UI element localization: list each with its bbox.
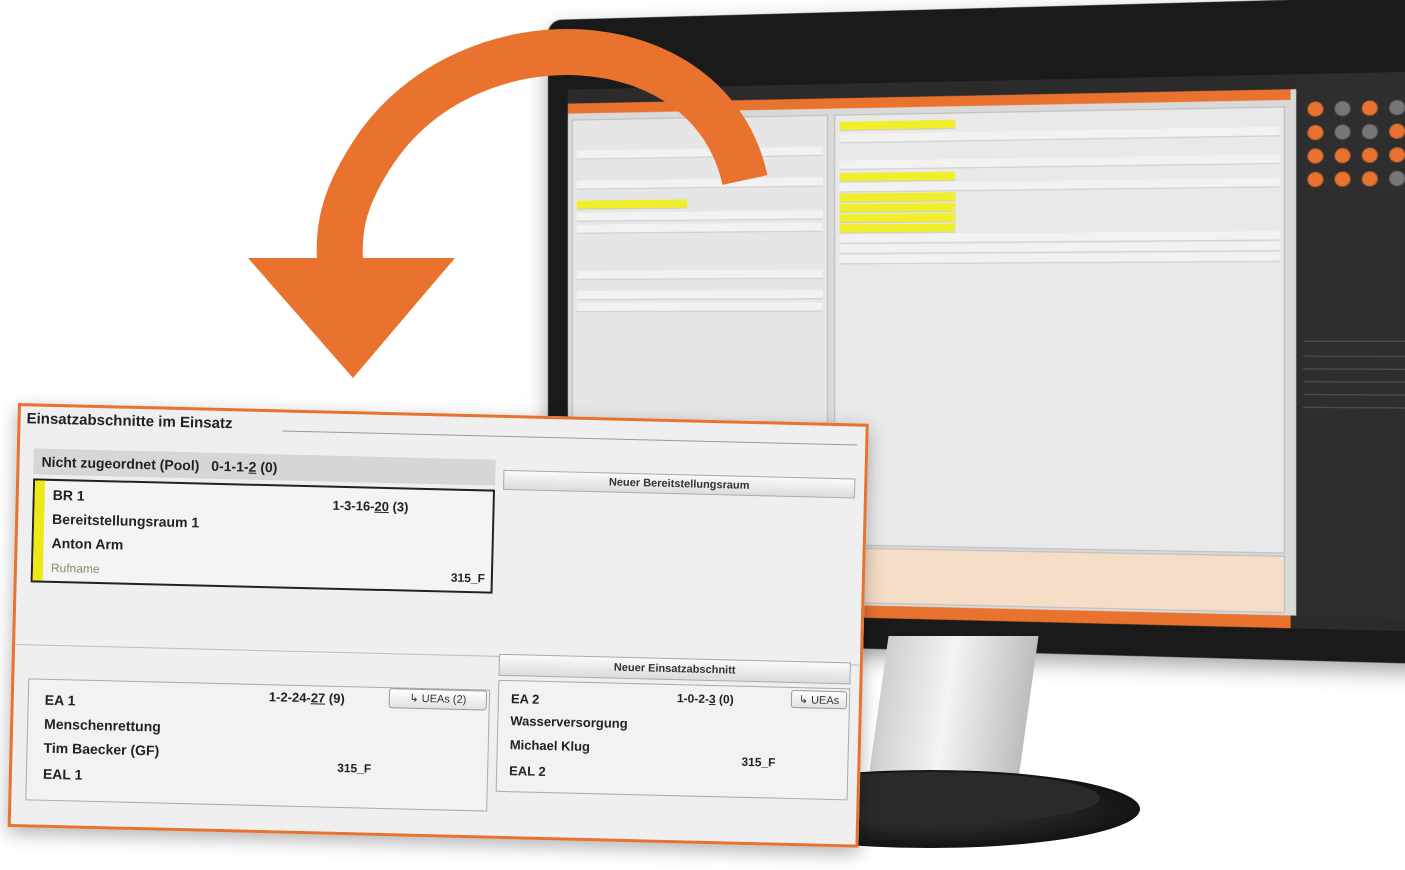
br-code: 1-3-16-20 (3) (332, 498, 408, 515)
ea-sub: EAL 2 (509, 763, 546, 779)
ea-leader: Michael Klug (510, 737, 591, 754)
ea-code-underlined: 27 (311, 690, 326, 705)
sidebar-dot-icon (1335, 124, 1351, 139)
ea-name: Wasserversorgung (510, 713, 628, 731)
new-bereitstellungsraum-button[interactable]: Neuer Bereitstellungsraum (503, 470, 855, 499)
ea-number: 315_F (337, 761, 371, 776)
ea-card[interactable]: EA 1 1-2-24-27 (9) ↳ UEAs (2) Menschenre… (25, 678, 490, 811)
sidebar-menu-item (1303, 371, 1405, 383)
screen-right-sidebar (1296, 71, 1405, 632)
br-id: BR 1 (53, 487, 85, 504)
br-code-suffix: (3) (389, 499, 409, 514)
screen-row (577, 290, 823, 300)
sidebar-dot-icon (1308, 172, 1324, 187)
ea-card[interactable]: EA 2 1-0-2-3 (0) ↳ UEAs Wasserversorgung… (496, 680, 851, 801)
screen-row (577, 210, 823, 222)
br-code-prefix: 1-3-16- (332, 498, 374, 514)
sidebar-menu-item (1303, 358, 1405, 370)
sidebar-menu-item (1303, 383, 1405, 395)
sidebar-dot-icon (1362, 100, 1378, 115)
ea-id: EA 2 (511, 691, 540, 707)
ea-code-prefix: 1-0-2- (677, 691, 709, 706)
screen-row (839, 252, 1279, 264)
screen-row (839, 213, 955, 223)
sidebar-dot-icon (1389, 171, 1405, 186)
br-rufname-label: Rufname (51, 561, 100, 576)
screen-row (577, 270, 823, 280)
ea-name: Menschenrettung (44, 716, 161, 735)
pool-code-prefix: 0-1-1- (211, 458, 249, 475)
panel-title: Einsatzabschnitte im Einsatz (26, 410, 232, 432)
pool-code: 0-1-1-2 (0) (211, 458, 278, 476)
screen-row (839, 223, 955, 233)
screen-bottom-panel (834, 547, 1285, 613)
ea-leader: Tim Baecker (GF) (43, 740, 159, 759)
sidebar-dot-icon (1389, 147, 1405, 162)
screen-row (839, 192, 955, 203)
sidebar-dot-icon (1362, 148, 1378, 163)
ea-number: 315_F (741, 755, 775, 770)
sidebar-dot-icon (1362, 124, 1378, 139)
return-arrow-icon: ↳ (799, 694, 809, 706)
br-name: Bereitstellungsraum 1 (52, 511, 199, 531)
br-code-underlined: 20 (374, 499, 389, 514)
screen-row (577, 199, 688, 209)
br-leader: Anton Arm (51, 535, 123, 553)
screen-row (839, 172, 955, 183)
ea-code-prefix: 1-2-24- (269, 689, 311, 705)
sidebar-dot-icon (1335, 101, 1351, 116)
screen-row (577, 177, 823, 189)
monitor-stand-neck (867, 636, 1038, 786)
screen-row (577, 302, 823, 312)
sidebar-dot-icon (1308, 148, 1324, 163)
screen-row (839, 154, 1279, 170)
ea-code: 1-2-24-27 (9) (269, 689, 345, 706)
sidebar-menu-item (1303, 330, 1405, 342)
sidebar-menu-item (1303, 345, 1405, 357)
return-arrow-icon: ↳ (409, 693, 419, 705)
ea-code-suffix: (0) (716, 692, 734, 706)
ea-sub: EAL 1 (43, 766, 83, 783)
ea-id: EA 1 (45, 692, 76, 709)
ea-code: 1-0-2-3 (0) (677, 691, 734, 706)
card-status-stripe (33, 480, 45, 580)
new-einsatzabschnitt-button[interactable]: Neuer Einsatzabschnitt (498, 654, 850, 685)
ueas-button-label: UEAs (811, 694, 839, 707)
pool-code-suffix: (0) (256, 459, 277, 476)
panel-title-line (282, 430, 857, 445)
screen-row (577, 147, 823, 160)
sidebar-dot-icon (1335, 172, 1351, 187)
ueas-button[interactable]: ↳ UEAs (2) (389, 688, 487, 710)
einsatzabschnitte-panel: Einsatzabschnitte im Einsatz Nicht zugeo… (8, 403, 869, 848)
sidebar-dot-icon (1308, 101, 1324, 116)
sidebar-menu-item (1303, 396, 1405, 409)
br-number: 315_F (451, 571, 485, 586)
sidebar-dot-icon (1335, 148, 1351, 163)
pool-label: Nicht zugeordnet (Pool) (41, 454, 199, 474)
sidebar-dot-icon (1389, 124, 1405, 139)
screen-row (839, 120, 955, 131)
ea-code-suffix: (9) (325, 691, 345, 706)
sidebar-dot-icon (1308, 125, 1324, 140)
screen-main-panel (834, 106, 1285, 553)
br-card[interactable]: BR 1 1-3-16-20 (3) Bereitstellungsraum 1… (31, 478, 495, 593)
screen-row (839, 203, 955, 213)
sidebar-dot-icon (1389, 100, 1405, 115)
screen-row (577, 222, 823, 233)
ueas-button[interactable]: ↳ UEAs (791, 690, 847, 709)
sidebar-dot-icon (1362, 171, 1378, 186)
ueas-button-label: UEAs (2) (422, 693, 467, 706)
